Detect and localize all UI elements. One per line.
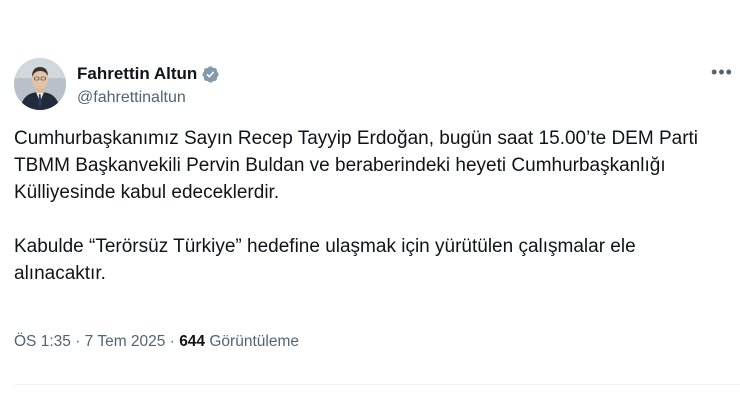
author-name-row: Fahrettin Altun (77, 63, 220, 85)
views-count: 644 (179, 333, 206, 350)
tweet-date[interactable]: 7 Tem 2025 (85, 333, 166, 350)
views-label: Görüntüleme (209, 333, 299, 350)
tweet-time[interactable]: ÖS 1:35 (14, 333, 71, 350)
author-handle[interactable]: @fahrettinaltun (77, 89, 220, 107)
tweet-meta: ÖS 1:35 · 7 Tem 2025 · 644 Görüntüleme (14, 333, 299, 351)
meta-separator: · (75, 333, 81, 350)
divider (14, 384, 740, 385)
more-options-icon[interactable]: ••• (707, 60, 737, 84)
tweet-text: Cumhurbaşkanımız Sayın Recep Tayyip Erdo… (14, 125, 729, 287)
tweet: Fahrettin Altun @fahrettinaltun ••• Cumh… (0, 0, 740, 420)
tweet-paragraph: Kabulde “Terörsüz Türkiye” hedefine ulaş… (14, 236, 636, 284)
author-block: Fahrettin Altun @fahrettinaltun (77, 63, 220, 107)
verified-badge-icon (202, 65, 219, 83)
author-name[interactable]: Fahrettin Altun (77, 64, 197, 84)
tweet-paragraph: Cumhurbaşkanımız Sayın Recep Tayyip Erdo… (14, 128, 699, 203)
meta-separator: · (169, 333, 175, 350)
avatar-photo (14, 58, 66, 110)
avatar[interactable] (14, 58, 66, 110)
